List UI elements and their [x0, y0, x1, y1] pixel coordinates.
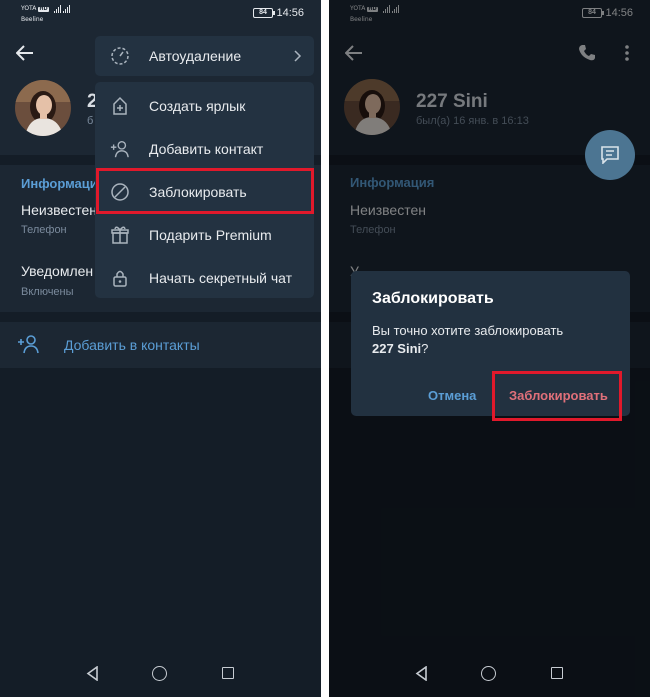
menu-label: Создать ярлык — [149, 97, 246, 114]
gift-icon — [110, 225, 130, 245]
carrier-2: Beeline — [21, 16, 44, 23]
nav-home-icon[interactable] — [481, 666, 496, 681]
nav-recents-icon[interactable] — [551, 667, 563, 679]
menu-label: Добавить контакт — [149, 140, 264, 157]
nav-home-icon[interactable] — [152, 666, 167, 681]
timer-icon — [110, 46, 130, 66]
menu-item-block[interactable]: Заблокировать — [95, 170, 314, 213]
section-divider — [0, 312, 321, 322]
menu-item-gift-premium[interactable]: Подарить Premium — [95, 213, 314, 256]
dialog-title: Заблокировать — [372, 290, 494, 307]
last-seen-partial: б — [87, 115, 94, 127]
menu-label: Подарить Premium — [149, 226, 272, 243]
menu-item-create-shortcut[interactable]: Создать ярлык — [95, 84, 314, 127]
nav-bar — [329, 653, 650, 697]
menu-label: Заблокировать — [149, 183, 247, 200]
menu-label: Начать секретный чат — [149, 269, 293, 286]
notifications-state: Включены — [21, 286, 74, 298]
info-header: Информация — [21, 176, 106, 191]
signal-icon — [53, 5, 70, 13]
add-contact-icon — [110, 139, 130, 159]
status-time: 14:56 — [276, 7, 304, 19]
nav-recents-icon[interactable] — [222, 667, 234, 679]
notifications-title[interactable]: Уведомлен — [21, 263, 93, 279]
overflow-menu: Автоудаление Создать ярлык Добавить конт… — [95, 36, 314, 298]
right-screen: YOTA HD Beeline 84 14:56 227 Sini был(а)… — [329, 0, 650, 697]
phone-label: Телефон — [21, 224, 67, 236]
dialog-message: Вы точно хотите заблокировать 227 Sini? — [372, 322, 622, 358]
block-icon — [110, 182, 130, 202]
cancel-button[interactable]: Отмена — [428, 388, 476, 403]
nav-back-icon[interactable] — [86, 665, 99, 686]
back-arrow-icon[interactable] — [14, 42, 36, 64]
block-dialog: Заблокировать Вы точно хотите заблокиров… — [351, 271, 630, 416]
status-bar: YOTA HD Beeline 84 14:56 — [0, 0, 321, 30]
menu-list: Создать ярлык Добавить контакт Заблокиро… — [95, 82, 314, 298]
background-fill — [0, 368, 321, 697]
menu-item-secret-chat[interactable]: Начать секретный чат — [95, 256, 314, 299]
hd-tag: HD — [38, 5, 49, 12]
phone-value[interactable]: Неизвестен — [21, 202, 97, 218]
chevron-right-icon — [294, 49, 302, 67]
add-to-contacts-label: Добавить в контакты — [64, 337, 200, 353]
left-screen: YOTA HD Beeline 84 14:56 2 б Информация — [0, 0, 321, 697]
chat-bubble-icon — [601, 146, 619, 164]
add-shortcut-icon — [110, 96, 130, 116]
dialog-suffix: ? — [421, 341, 429, 356]
block-confirm-button[interactable]: Заблокировать — [509, 388, 608, 403]
add-contact-icon — [17, 333, 41, 355]
nav-back-icon[interactable] — [415, 665, 428, 686]
dialog-target: 227 Sini — [372, 341, 422, 356]
nav-bar — [0, 653, 321, 697]
message-fab[interactable] — [585, 130, 635, 180]
dialog-message-text: Вы точно хотите заблокировать — [372, 323, 564, 338]
menu-item-add-contact[interactable]: Добавить контакт — [95, 127, 314, 170]
menu-label-autodelete: Автоудаление — [149, 47, 242, 64]
menu-item-autodelete[interactable]: Автоудаление — [95, 36, 314, 76]
add-to-contacts-row[interactable]: Добавить в контакты — [0, 322, 321, 368]
carrier-1: YOTA — [21, 5, 37, 12]
avatar[interactable] — [15, 80, 71, 136]
lock-icon — [110, 268, 130, 288]
battery-icon: 84 — [253, 8, 275, 18]
